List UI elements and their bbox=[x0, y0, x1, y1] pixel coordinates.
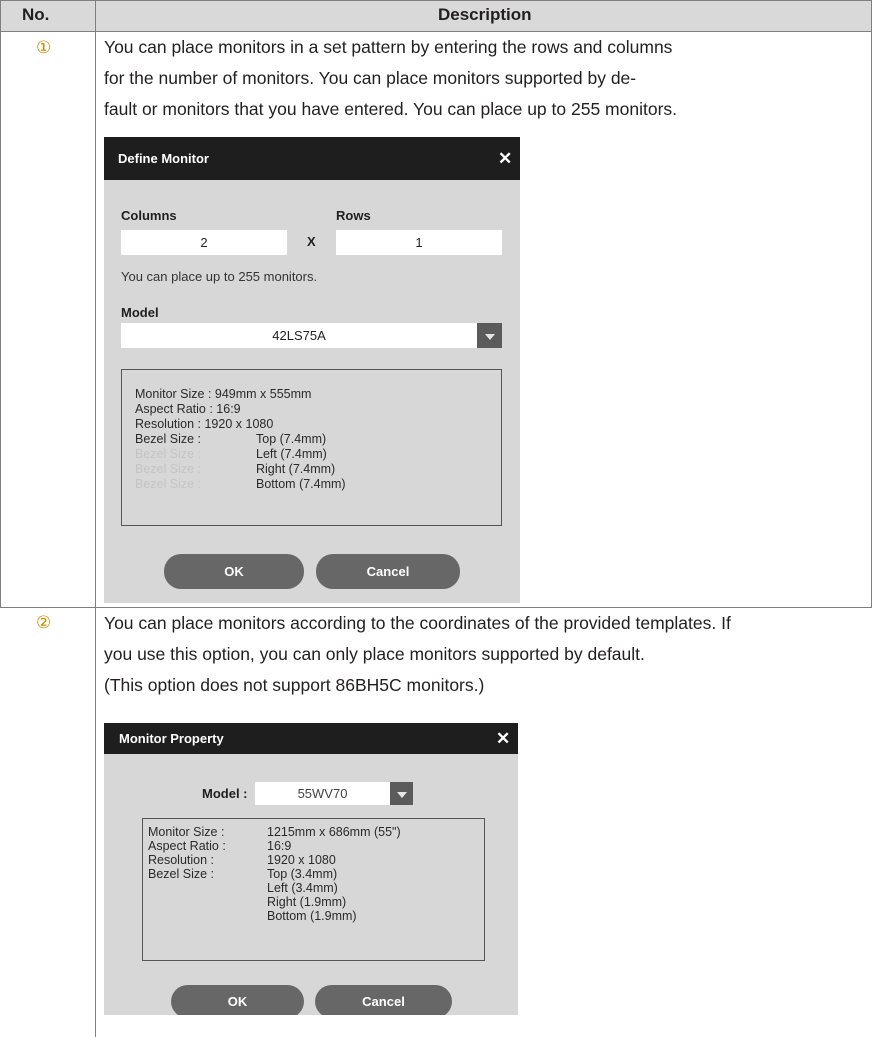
paragraph-line: You can place monitors in a set pattern … bbox=[104, 37, 673, 57]
bezel-right: Right (1.9mm) bbox=[267, 895, 347, 909]
rows-label: Rows bbox=[336, 208, 371, 223]
bezel-right: Right (7.4mm) bbox=[256, 462, 336, 476]
paragraph-line: fault or monitors that you have entered.… bbox=[104, 99, 678, 119]
header-description: Description bbox=[438, 5, 532, 24]
bezel-bottom: Bottom (7.4mm) bbox=[256, 477, 346, 491]
close-icon[interactable]: ✕ bbox=[496, 730, 510, 747]
description-table: No. Description ① You can place monitors… bbox=[0, 0, 872, 1037]
cancel-button[interactable]: Cancel bbox=[315, 985, 452, 1015]
columns-label: Columns bbox=[121, 208, 177, 223]
aspect-ratio-label: Aspect Ratio : bbox=[148, 839, 226, 853]
row-number: ① bbox=[36, 38, 52, 57]
table-border bbox=[0, 0, 872, 1]
rows-input[interactable]: 1 bbox=[336, 230, 502, 255]
resolution-value: 1920 x 1080 bbox=[267, 853, 336, 867]
monitor-size-value: 1215mm x 686mm (55") bbox=[267, 825, 401, 839]
model-label: Model bbox=[121, 305, 159, 320]
aspect-ratio: Aspect Ratio : 16:9 bbox=[135, 402, 241, 416]
aspect-ratio-value: 16:9 bbox=[267, 839, 292, 853]
define-monitor-dialog: Define Monitor ✕ Columns Rows 2 X 1 You … bbox=[104, 137, 520, 603]
ok-button[interactable]: OK bbox=[171, 985, 304, 1015]
paragraph-line: (This option does not support 86BH5C mon… bbox=[104, 675, 485, 695]
bezel-bottom: Bottom (1.9mm) bbox=[267, 909, 357, 923]
model-label: Model : bbox=[202, 786, 248, 801]
bezel-size-label-ghost: Bezel Size : bbox=[135, 447, 202, 461]
cancel-button[interactable]: Cancel bbox=[316, 554, 460, 589]
table-header bbox=[0, 0, 872, 31]
dialog-title: Monitor Property bbox=[119, 731, 224, 746]
dialog-title: Define Monitor bbox=[118, 151, 209, 166]
chevron-down-icon[interactable] bbox=[390, 782, 413, 805]
paragraph-line: You can place monitors according to the … bbox=[104, 613, 731, 633]
header-no: No. bbox=[22, 5, 50, 24]
monitor-size: Monitor Size : 949mm x 555mm bbox=[135, 387, 312, 401]
close-icon[interactable]: ✕ bbox=[498, 150, 512, 167]
monitor-size-label: Monitor Size : bbox=[148, 825, 225, 839]
table-border bbox=[95, 0, 96, 1037]
model-select[interactable]: 55WV70 bbox=[255, 782, 390, 805]
ok-button[interactable]: OK bbox=[164, 554, 304, 589]
model-select[interactable]: 42LS75A bbox=[121, 323, 477, 348]
columns-input[interactable]: 2 bbox=[121, 230, 287, 255]
paragraph-line: for the number of monitors. You can plac… bbox=[104, 68, 637, 88]
row-number: ② bbox=[36, 613, 52, 632]
max-monitors-hint: You can place up to 255 monitors. bbox=[121, 269, 318, 284]
times-sign: X bbox=[307, 234, 316, 249]
bezel-left: Left (3.4mm) bbox=[267, 881, 338, 895]
chevron-down-icon[interactable] bbox=[477, 323, 502, 348]
bezel-size-label-ghost: Bezel Size : bbox=[135, 462, 202, 476]
bezel-size-label: Bezel Size : bbox=[148, 867, 215, 881]
monitor-property-dialog: Monitor Property ✕ Model : 55WV70 Monito… bbox=[104, 723, 518, 1015]
resolution: Resolution : 1920 x 1080 bbox=[135, 417, 274, 431]
bezel-top: Top (3.4mm) bbox=[267, 867, 338, 881]
bezel-size-label-ghost: Bezel Size : bbox=[135, 477, 202, 491]
bezel-size-label: Bezel Size : bbox=[135, 432, 202, 446]
row-description: You can place monitors in a set pattern … bbox=[104, 32, 677, 125]
bezel-left: Left (7.4mm) bbox=[256, 447, 327, 461]
table-border bbox=[0, 0, 1, 608]
resolution-label: Resolution : bbox=[148, 853, 215, 867]
bezel-top: Top (7.4mm) bbox=[256, 432, 327, 446]
row-description: You can place monitors according to the … bbox=[104, 608, 731, 701]
paragraph-line: you use this option, you can only place … bbox=[104, 644, 645, 664]
